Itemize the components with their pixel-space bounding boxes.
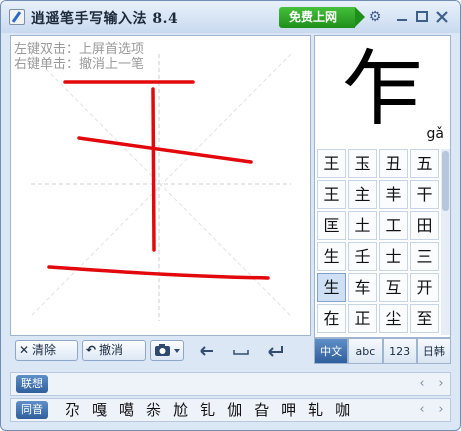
undo-label: 撤消 [99, 343, 124, 357]
homophone-char[interactable]: 尬 [173, 399, 188, 421]
prev-arrow-icon[interactable]: ‹ [415, 402, 429, 418]
homophone-char[interactable]: 钆 [200, 399, 215, 421]
candidate-char[interactable]: 主 [348, 180, 377, 209]
pinyin: gǎ [426, 126, 444, 142]
candidate-char[interactable]: 生 [317, 273, 346, 302]
undo-button[interactable]: ↶ 撤消 [82, 340, 146, 361]
candidate-char[interactable]: 三 [410, 242, 439, 271]
mode-japanese-korean[interactable]: 日韩 [416, 338, 451, 364]
clear-label: 清除 [32, 343, 57, 357]
candidate-char[interactable]: 互 [379, 273, 408, 302]
homophone-char[interactable]: 嘎 [92, 399, 107, 421]
app-pen-icon [9, 9, 25, 25]
candidate-char[interactable]: 玉 [348, 149, 377, 178]
recognized-char[interactable]: 乍 [315, 40, 450, 140]
candidate-char[interactable]: 车 [348, 273, 377, 302]
next-arrow-icon[interactable]: › [434, 376, 448, 392]
homophone-char[interactable]: 尜 [146, 399, 161, 421]
mode-abc[interactable]: abc [348, 338, 383, 364]
candidate-char[interactable]: 王 [317, 180, 346, 209]
homophone-list: 尕嘎噶尜尬钆伽旮呷轧咖 [65, 399, 350, 421]
close-icon[interactable] [433, 8, 451, 26]
left-arrow-icon[interactable] [195, 341, 219, 361]
homophone-char[interactable]: 噶 [119, 399, 134, 421]
result-panel: 乍 gǎ 王玉丑五王主丰干匡土工田生壬士三生车互开在正尘至 [314, 35, 451, 338]
homophone-char[interactable]: 咖 [335, 399, 350, 421]
candidate-char[interactable]: 至 [410, 304, 439, 333]
homophone-row: 同音 尕嘎噶尜尬钆伽旮呷轧咖 ‹ › [10, 398, 451, 422]
title-bar[interactable]: 逍遥笔手写输入法 8.4 免费上网 ⚙ [1, 1, 460, 33]
space-icon[interactable] [229, 341, 253, 361]
camera-icon [155, 344, 180, 356]
homophone-char[interactable]: 伽 [227, 399, 242, 421]
homophone-char[interactable]: 旮 [254, 399, 269, 421]
candidate-char[interactable]: 匡 [317, 211, 346, 240]
enter-icon[interactable] [263, 341, 287, 361]
mode-123[interactable]: 123 [382, 338, 417, 364]
next-arrow-icon[interactable]: › [434, 402, 448, 418]
scroll-thumb[interactable] [442, 151, 449, 211]
undo-icon: ↶ [85, 343, 97, 357]
candidate-char[interactable]: 丰 [379, 180, 408, 209]
candidate-char[interactable]: 生 [317, 242, 346, 271]
candidate-char[interactable]: 开 [410, 273, 439, 302]
x-icon: ✕ [18, 343, 30, 357]
ink-strokes [47, 80, 270, 280]
homophone-char[interactable]: 呷 [281, 399, 296, 421]
free-internet-button[interactable]: 免费上网 [279, 7, 366, 28]
writing-pad[interactable]: 左键双击：上屏首选项 右键单击：撤消上一笔 [10, 35, 311, 336]
pad-toolbar: ✕ 清除 ↶ 撤消 [10, 337, 311, 363]
candidate-char[interactable]: 田 [410, 211, 439, 240]
candidate-char[interactable]: 丑 [379, 149, 408, 178]
candidate-char[interactable]: 正 [348, 304, 377, 333]
candidate-char[interactable]: 尘 [379, 304, 408, 333]
homophone-tag: 同音 [16, 401, 48, 419]
camera-button[interactable] [150, 340, 184, 361]
clear-button[interactable]: ✕ 清除 [15, 340, 78, 361]
window-title: 逍遥笔手写输入法 8.4 [31, 11, 179, 27]
candidate-char[interactable]: 工 [379, 211, 408, 240]
mode-tabs: 中文 abc 123 日韩 [314, 338, 451, 364]
candidate-char[interactable]: 在 [317, 304, 346, 333]
handwriting-window: 逍遥笔手写输入法 8.4 免费上网 ⚙ 左键双击：上屏首选项 右键单击：撤消上一… [0, 0, 461, 431]
candidate-char[interactable]: 壬 [348, 242, 377, 271]
association-row: 联想 ‹ › [10, 372, 451, 396]
maximize-icon[interactable] [413, 8, 431, 26]
candidate-scrollbar[interactable] [441, 149, 450, 335]
candidate-char[interactable]: 士 [379, 242, 408, 271]
candidate-char[interactable]: 王 [317, 149, 346, 178]
association-tag: 联想 [16, 375, 48, 393]
prev-arrow-icon[interactable]: ‹ [415, 376, 429, 392]
candidate-char[interactable]: 五 [410, 149, 439, 178]
candidate-char[interactable]: 干 [410, 180, 439, 209]
homophone-char[interactable]: 尕 [65, 399, 80, 421]
homophone-char[interactable]: 轧 [308, 399, 323, 421]
gear-icon[interactable]: ⚙ [366, 8, 384, 26]
minimize-icon[interactable] [393, 8, 411, 26]
candidate-char[interactable]: 土 [348, 211, 377, 240]
mode-chinese[interactable]: 中文 [314, 338, 349, 364]
